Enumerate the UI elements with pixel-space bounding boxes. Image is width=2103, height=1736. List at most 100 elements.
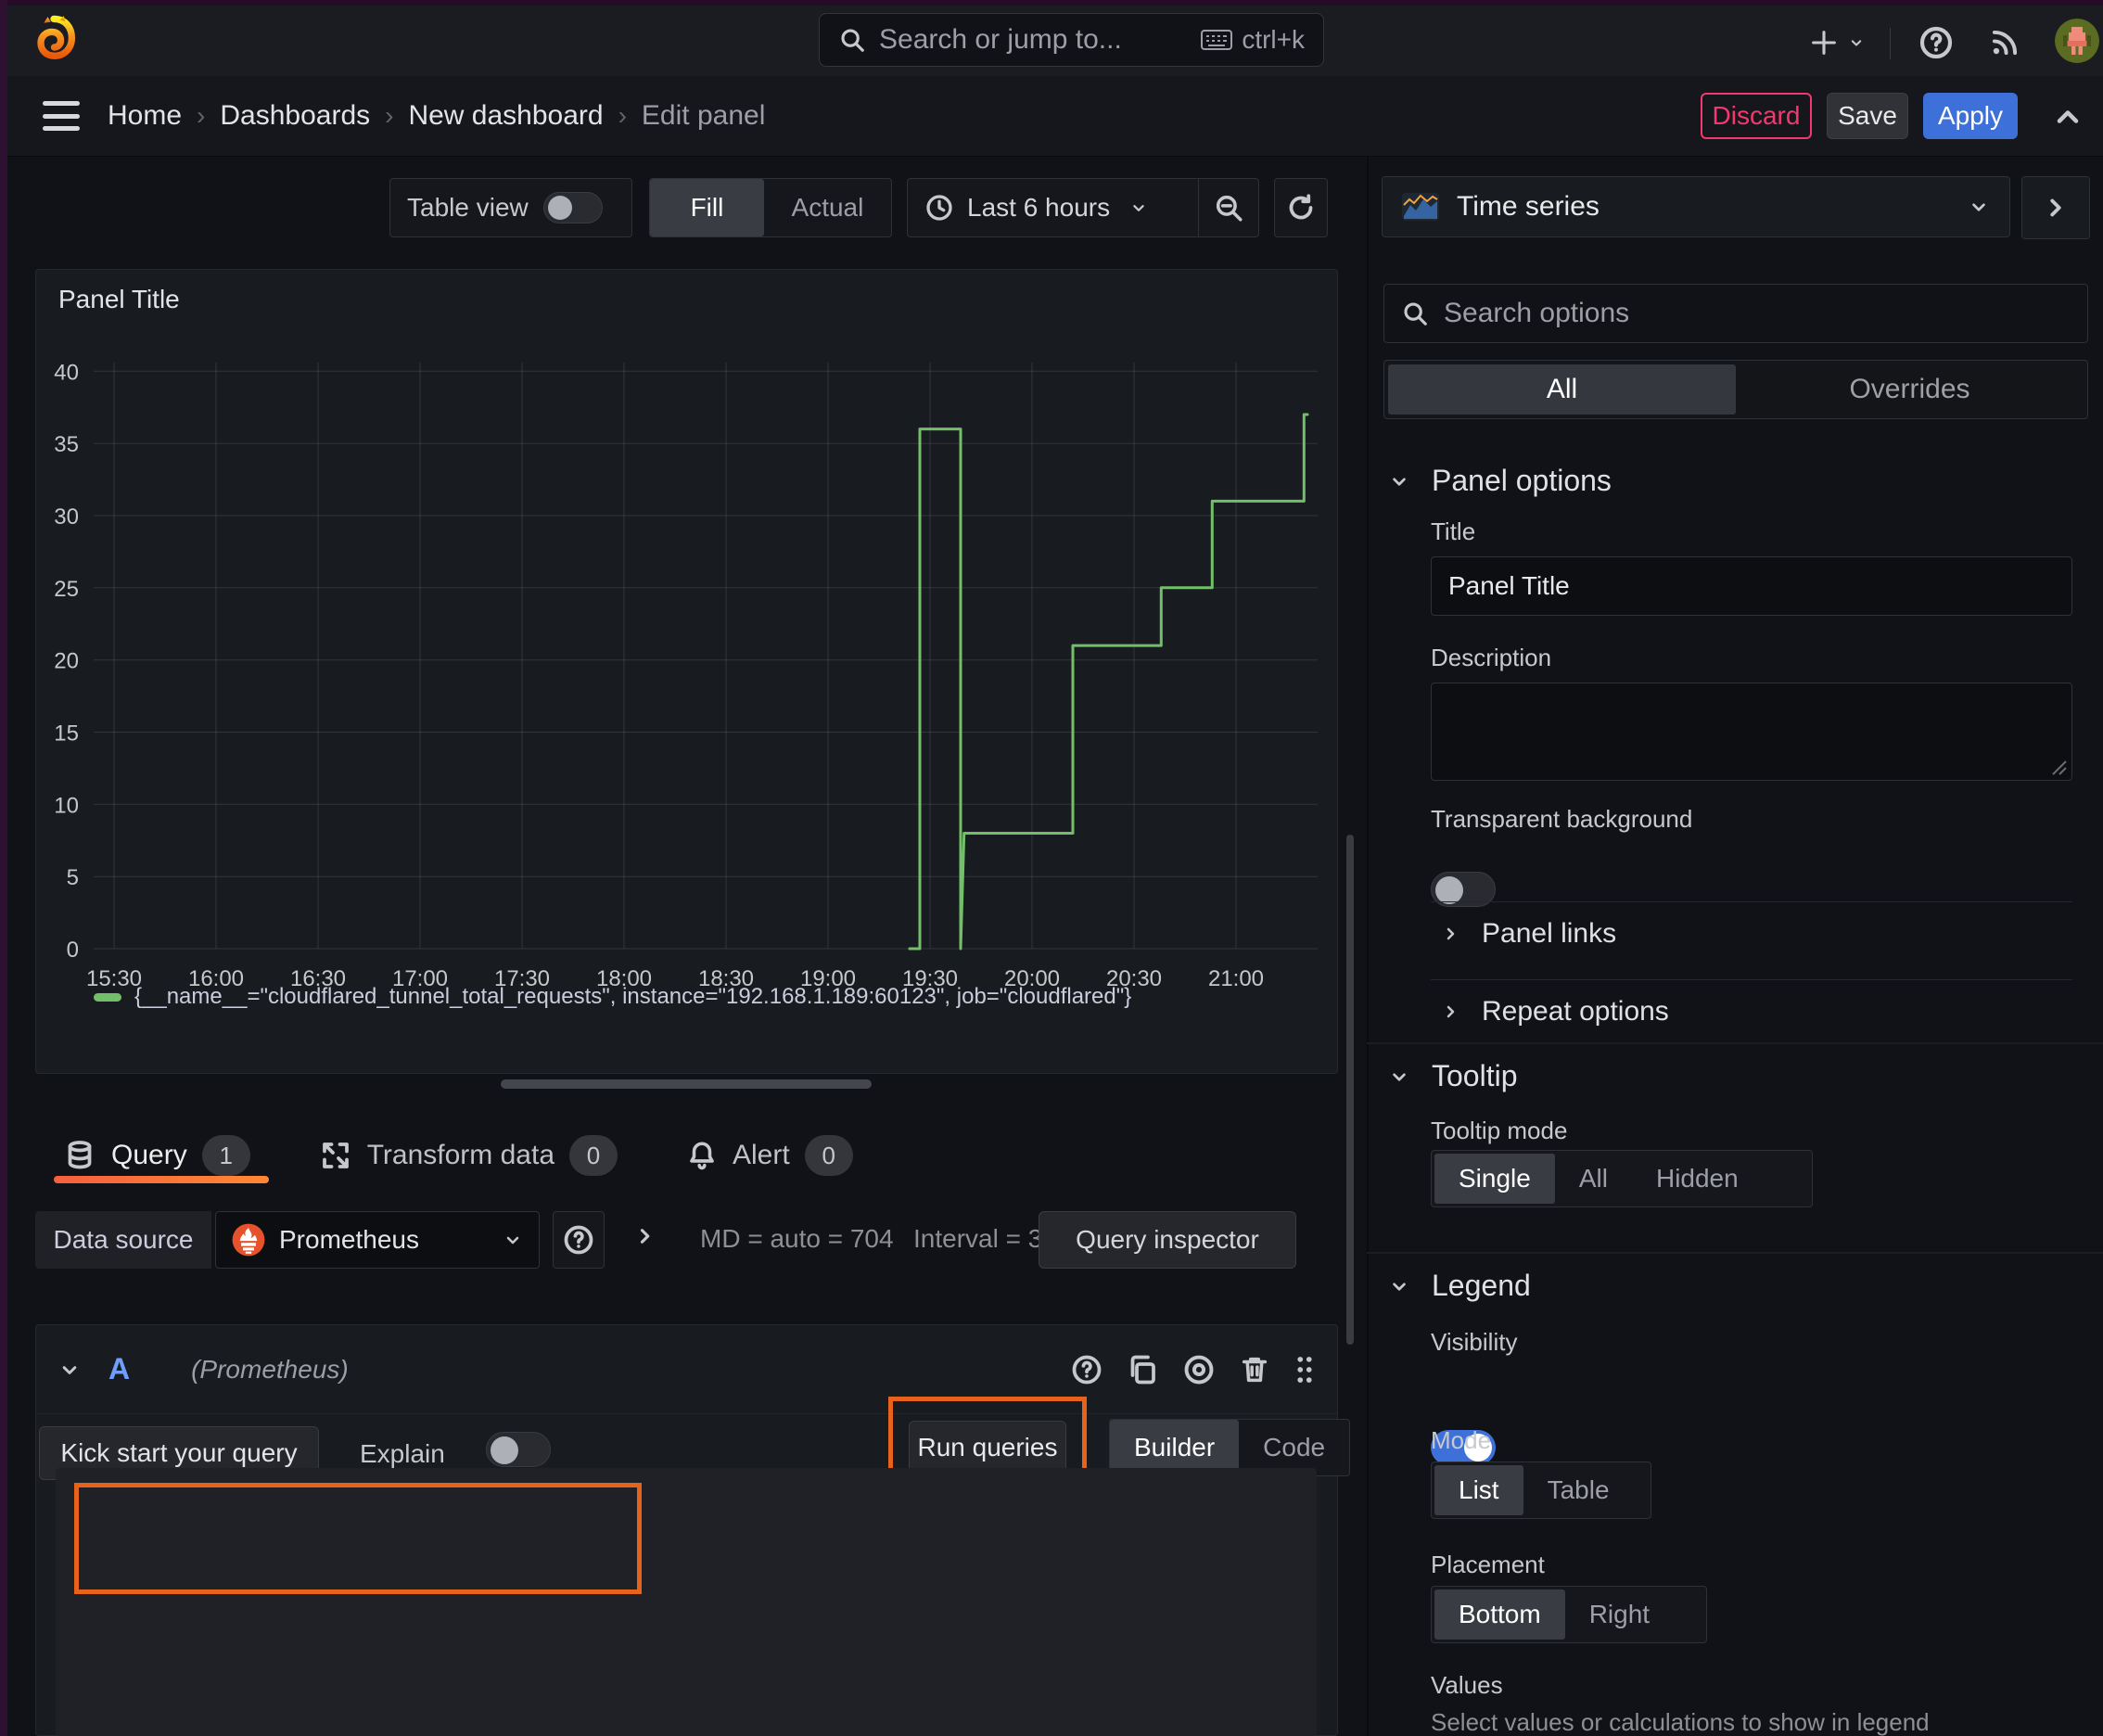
svg-text:40: 40 xyxy=(54,360,79,385)
global-search-input[interactable]: Search or jump to... ctrl+k xyxy=(819,13,1324,67)
tooltip-section-header[interactable]: Tooltip xyxy=(1387,1059,1518,1093)
run-queries-button[interactable]: Run queries xyxy=(909,1421,1066,1474)
tab-all[interactable]: All xyxy=(1388,364,1736,415)
tooltip-mode-label: Tooltip mode xyxy=(1431,1117,1568,1144)
chart-legend[interactable]: {__name__="cloudflared_tunnel_total_requ… xyxy=(94,984,1131,1010)
help-button[interactable] xyxy=(1914,20,1958,65)
panel-resize-handle[interactable] xyxy=(501,1079,872,1089)
tooltip-mode-all[interactable]: All xyxy=(1555,1154,1632,1204)
query-builder-area: Metric cloudflared_tunnel_total_requests… xyxy=(56,1468,1317,1736)
time-range-picker[interactable]: Last 6 hours xyxy=(908,179,1198,236)
tooltip-mode-hidden[interactable]: Hidden xyxy=(1632,1154,1763,1204)
query-help-button[interactable] xyxy=(1070,1353,1103,1386)
breadcrumb-separator-icon: › xyxy=(197,101,206,130)
chevron-right-icon xyxy=(1447,1005,1455,1018)
visualization-picker[interactable]: Time series xyxy=(1382,176,2010,237)
actual-option[interactable]: Actual xyxy=(764,179,891,236)
datasource-name: Prometheus xyxy=(279,1225,419,1254)
help-circle-icon xyxy=(1919,26,1953,59)
bell-icon xyxy=(690,1142,714,1170)
chevron-down-icon xyxy=(1393,1282,1406,1291)
database-icon xyxy=(68,1141,92,1169)
collapse-header-button[interactable] xyxy=(2047,96,2088,137)
section-divider xyxy=(1367,1042,2103,1044)
help-circle-icon xyxy=(564,1225,593,1255)
duplicate-query-button[interactable] xyxy=(1126,1353,1159,1386)
query-inspector-button[interactable]: Query inspector xyxy=(1039,1211,1296,1269)
window-left-edge xyxy=(0,0,7,1736)
time-series-chart[interactable]: 051015202530354015:30 16:00 16:30 17:00 17:3… xyxy=(36,270,1337,1073)
tab-alert-count: 0 xyxy=(804,1135,853,1176)
datasource-help-button[interactable] xyxy=(553,1211,605,1269)
tab-query-count: 1 xyxy=(201,1135,250,1176)
panel-title[interactable]: Panel Title xyxy=(58,285,180,314)
legend-section-header[interactable]: Legend xyxy=(1387,1269,1531,1303)
query-row-header[interactable]: A (Prometheus) xyxy=(36,1325,1337,1414)
legend-mode-switch: List Table xyxy=(1431,1462,1651,1519)
scrollbar[interactable] xyxy=(1346,835,1354,1345)
rss-icon xyxy=(1992,30,2018,56)
legend-placement-right[interactable]: Right xyxy=(1565,1589,1674,1640)
prometheus-icon xyxy=(232,1223,265,1257)
panel-options-header[interactable]: Panel options xyxy=(1387,464,1612,498)
explain-toggle[interactable] xyxy=(486,1432,551,1467)
breadcrumb-edit-panel: Edit panel xyxy=(641,100,766,131)
news-rss-button[interactable] xyxy=(1982,20,2027,65)
legend-mode-table[interactable]: Table xyxy=(1523,1465,1634,1515)
toggle-viz-picker-button[interactable] xyxy=(2021,176,2090,239)
repeat-options-section[interactable]: Repeat options xyxy=(1439,996,1669,1028)
legend-values-label: Values xyxy=(1431,1671,1503,1699)
fill-option[interactable]: Fill xyxy=(650,179,764,236)
refresh-button[interactable] xyxy=(1274,178,1328,237)
chevron-down-icon xyxy=(62,1365,77,1374)
legend-placement-label: Placement xyxy=(1431,1551,1545,1578)
panel-title-input[interactable] xyxy=(1431,556,2072,616)
explain-label: Explain xyxy=(360,1439,445,1468)
search-icon xyxy=(838,26,866,54)
tooltip-mode-single[interactable]: Single xyxy=(1434,1154,1555,1204)
transparent-bg-label: Transparent background xyxy=(1431,805,1693,833)
svg-text:25: 25 xyxy=(54,577,79,602)
chevron-right-icon xyxy=(640,1229,650,1244)
tab-overrides[interactable]: Overrides xyxy=(1736,364,2084,415)
breadcrumb-new-dashboard[interactable]: New dashboard xyxy=(408,100,603,132)
user-avatar[interactable] xyxy=(2055,19,2099,63)
tab-transform[interactable]: Transform data 0 xyxy=(310,1118,627,1193)
annotation-highlight-metric xyxy=(74,1483,642,1594)
legend-mode-label: Mode xyxy=(1431,1426,1492,1454)
add-menu-button[interactable] xyxy=(1804,22,1869,63)
breadcrumb-dashboards[interactable]: Dashboards xyxy=(220,100,370,132)
apply-button[interactable]: Apply xyxy=(1923,93,2018,139)
grafana-logo-icon[interactable] xyxy=(30,13,78,65)
breadcrumb-home[interactable]: Home xyxy=(108,100,182,132)
panel-links-section[interactable]: Panel links xyxy=(1439,918,1616,950)
chevron-down-icon xyxy=(1393,1072,1406,1081)
breadcrumb: Home › Dashboards › New dashboard › Edit… xyxy=(108,76,765,156)
svg-text:0: 0 xyxy=(67,938,79,963)
tab-query-label: Query xyxy=(111,1140,187,1170)
legend-placement-bottom[interactable]: Bottom xyxy=(1434,1589,1565,1640)
options-search-input[interactable]: Search options xyxy=(1383,284,2088,343)
transform-icon xyxy=(322,1142,349,1168)
builder-option[interactable]: Builder xyxy=(1110,1420,1240,1475)
chevron-down-icon xyxy=(1393,477,1406,486)
toggle-query-visibility-button[interactable] xyxy=(1181,1352,1217,1387)
code-option[interactable]: Code xyxy=(1239,1420,1349,1475)
discard-button[interactable]: Discard xyxy=(1701,93,1812,139)
tab-alert[interactable]: Alert 0 xyxy=(677,1118,862,1193)
delete-query-button[interactable] xyxy=(1239,1353,1270,1386)
menu-toggle-button[interactable] xyxy=(43,101,80,131)
legend-mode-list[interactable]: List xyxy=(1434,1465,1523,1515)
description-textarea[interactable] xyxy=(1431,683,2072,781)
tooltip-mode-switch: Single All Hidden xyxy=(1431,1150,1813,1207)
save-button[interactable]: Save xyxy=(1827,93,1908,139)
search-icon xyxy=(1404,302,1427,326)
description-field-label: Description xyxy=(1431,644,1552,671)
table-view-toggle[interactable] xyxy=(542,192,603,223)
datasource-picker[interactable]: Prometheus xyxy=(215,1211,540,1269)
zoom-out-icon xyxy=(1216,195,1243,222)
query-options-expander[interactable] xyxy=(631,1222,658,1250)
zoom-out-button[interactable] xyxy=(1198,179,1258,236)
drag-query-handle[interactable] xyxy=(1293,1352,1317,1387)
grip-icon xyxy=(1297,1356,1312,1383)
